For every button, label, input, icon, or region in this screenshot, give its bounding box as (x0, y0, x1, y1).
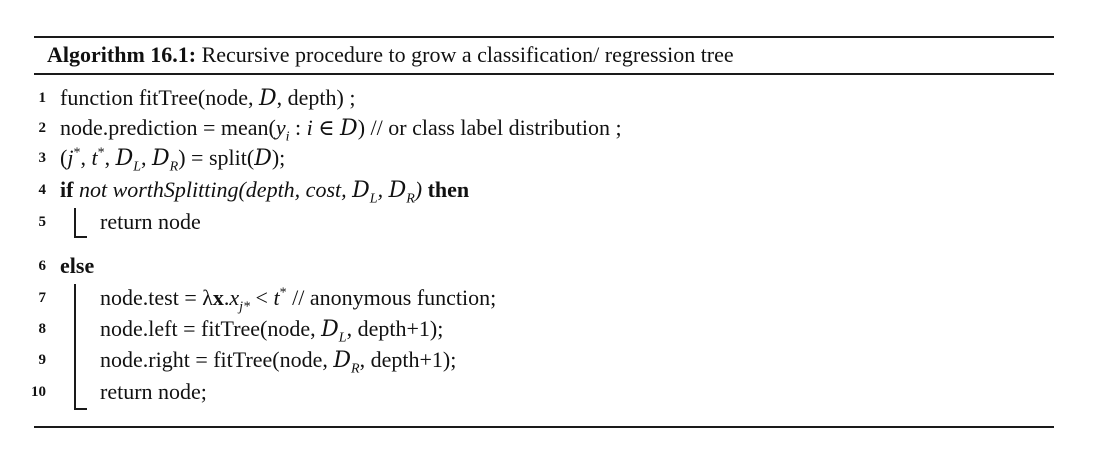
else-block-bar (74, 284, 76, 409)
block-bar (74, 208, 76, 237)
line-text: node.test = λx.xj* < t* // anonymous fun… (100, 285, 497, 315)
block-bar-foot (74, 236, 87, 238)
line-text: return node (100, 209, 201, 234)
line-number: 3 (38, 150, 47, 166)
algorithm-caption: Algorithm 16.1: Recursive procedure to g… (47, 40, 734, 70)
caption-label: Algorithm 16.1: (47, 42, 197, 67)
line-number: 1 (38, 90, 47, 106)
else-block-bar-foot (74, 408, 87, 410)
line-number: 9 (38, 352, 47, 368)
caption-rule (34, 73, 1054, 75)
line-text: node.left = fitTree(node, DL, depth+1); (100, 316, 444, 346)
bottom-rule (34, 426, 1054, 428)
line-text: function fitTree(node, D, depth) ; (60, 85, 356, 111)
line-number: 7 (38, 290, 47, 306)
line-number: 6 (38, 258, 47, 274)
line-number: 2 (38, 120, 47, 136)
line-text: node.prediction = mean(yi : i ∈ D) // or… (60, 115, 622, 145)
top-rule (34, 36, 1054, 38)
line-text: node.right = fitTree(node, DR, depth+1); (100, 347, 457, 377)
line-number: 8 (38, 321, 47, 337)
line-number: 4 (38, 182, 47, 198)
line-text: else (60, 253, 95, 278)
line-text: if not worthSplitting(depth, cost, DL, D… (60, 177, 470, 207)
line-number: 10 (31, 384, 46, 400)
caption-text: Recursive procedure to grow a classifica… (196, 42, 734, 67)
line-number: 5 (38, 214, 47, 230)
line-text: return node; (100, 379, 207, 404)
line-text: (j*, t*, DL, DR) = split(D); (60, 145, 286, 175)
